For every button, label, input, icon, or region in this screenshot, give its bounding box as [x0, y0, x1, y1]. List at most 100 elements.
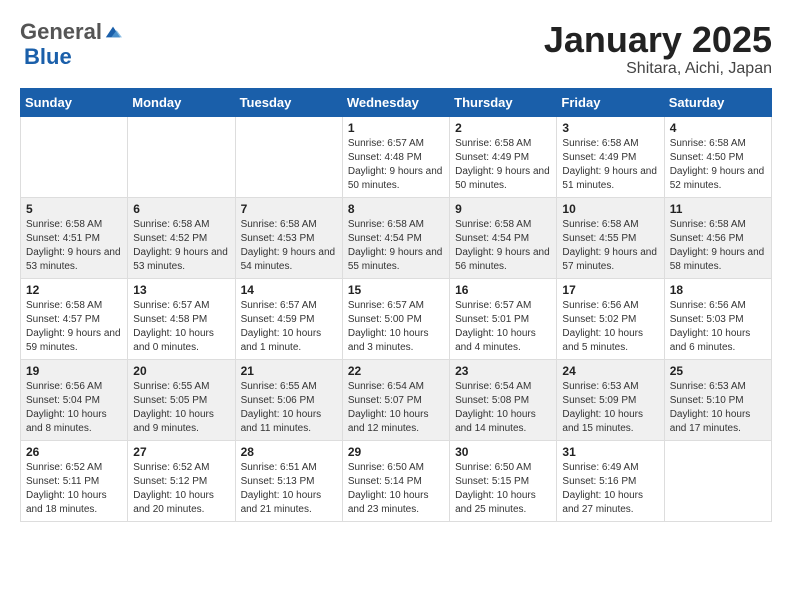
day-number: 16 [455, 283, 551, 297]
logo-text: General [20, 20, 122, 44]
calendar-table: SundayMondayTuesdayWednesdayThursdayFrid… [20, 88, 772, 522]
logo-blue-text: Blue [24, 44, 72, 70]
logo-icon [104, 23, 122, 41]
day-number: 24 [562, 364, 658, 378]
day-number: 9 [455, 202, 551, 216]
day-number: 11 [670, 202, 766, 216]
day-info: Sunrise: 6:56 AM Sunset: 5:03 PM Dayligh… [670, 299, 766, 355]
day-info: Sunrise: 6:57 AM Sunset: 4:48 PM Dayligh… [348, 137, 444, 193]
day-number: 8 [348, 202, 444, 216]
day-cell: 17 Sunrise: 6:56 AM Sunset: 5:02 PM Dayli… [557, 278, 664, 359]
day-number: 12 [26, 283, 122, 297]
header-day-monday: Monday [128, 88, 235, 116]
day-cell [21, 116, 128, 197]
week-row-1: 1 Sunrise: 6:57 AM Sunset: 4:48 PM Daylig… [21, 116, 772, 197]
day-cell: 23 Sunrise: 6:54 AM Sunset: 5:08 PM Dayli… [450, 359, 557, 440]
day-number: 30 [455, 445, 551, 459]
day-info: Sunrise: 6:50 AM Sunset: 5:14 PM Dayligh… [348, 461, 444, 517]
day-number: 19 [26, 364, 122, 378]
day-cell: 7 Sunrise: 6:58 AM Sunset: 4:53 PM Daylig… [235, 197, 342, 278]
day-number: 13 [133, 283, 229, 297]
day-cell: 30 Sunrise: 6:50 AM Sunset: 5:15 PM Dayli… [450, 440, 557, 521]
day-cell: 11Sunrise: 6:58 AM Sunset: 4:56 PM Dayli… [664, 197, 771, 278]
day-info: Sunrise: 6:58 AM Sunset: 4:57 PM Dayligh… [26, 299, 122, 355]
header: General Blue January 2025 Shitara, Aichi… [20, 20, 772, 78]
day-number: 7 [241, 202, 337, 216]
day-cell: 24Sunrise: 6:53 AM Sunset: 5:09 PM Dayli… [557, 359, 664, 440]
day-cell: 31 Sunrise: 6:49 AM Sunset: 5:16 PM Dayli… [557, 440, 664, 521]
day-info: Sunrise: 6:57 AM Sunset: 5:00 PM Dayligh… [348, 299, 444, 355]
day-info: Sunrise: 6:57 AM Sunset: 4:59 PM Dayligh… [241, 299, 337, 355]
day-number: 5 [26, 202, 122, 216]
day-cell: 29 Sunrise: 6:50 AM Sunset: 5:14 PM Dayli… [342, 440, 449, 521]
header-day-saturday: Saturday [664, 88, 771, 116]
day-number: 14 [241, 283, 337, 297]
day-info: Sunrise: 6:52 AM Sunset: 5:11 PM Dayligh… [26, 461, 122, 517]
day-number: 31 [562, 445, 658, 459]
header-row: SundayMondayTuesdayWednesdayThursdayFrid… [21, 88, 772, 116]
day-info: Sunrise: 6:51 AM Sunset: 5:13 PM Dayligh… [241, 461, 337, 517]
day-number: 1 [348, 121, 444, 135]
day-info: Sunrise: 6:58 AM Sunset: 4:52 PM Dayligh… [133, 218, 229, 274]
day-cell: 22 Sunrise: 6:54 AM Sunset: 5:07 PM Dayli… [342, 359, 449, 440]
day-info: Sunrise: 6:49 AM Sunset: 5:16 PM Dayligh… [562, 461, 658, 517]
day-info: Sunrise: 6:54 AM Sunset: 5:07 PM Dayligh… [348, 380, 444, 436]
day-info: Sunrise: 6:57 AM Sunset: 4:58 PM Dayligh… [133, 299, 229, 355]
day-info: Sunrise: 6:57 AM Sunset: 5:01 PM Dayligh… [455, 299, 551, 355]
header-day-friday: Friday [557, 88, 664, 116]
day-info: Sunrise: 6:58 AM Sunset: 4:53 PM Dayligh… [241, 218, 337, 274]
day-number: 20 [133, 364, 229, 378]
day-number: 29 [348, 445, 444, 459]
day-number: 21 [241, 364, 337, 378]
day-info: Sunrise: 6:55 AM Sunset: 5:05 PM Dayligh… [133, 380, 229, 436]
week-row-2: 5 Sunrise: 6:58 AM Sunset: 4:51 PM Daylig… [21, 197, 772, 278]
day-cell: 13 Sunrise: 6:57 AM Sunset: 4:58 PM Dayli… [128, 278, 235, 359]
day-cell [664, 440, 771, 521]
day-cell: 2Sunrise: 6:58 AM Sunset: 4:49 PM Daylig… [450, 116, 557, 197]
day-cell: 1 Sunrise: 6:57 AM Sunset: 4:48 PM Daylig… [342, 116, 449, 197]
day-cell: 19 Sunrise: 6:56 AM Sunset: 5:04 PM Dayli… [21, 359, 128, 440]
day-info: Sunrise: 6:58 AM Sunset: 4:54 PM Dayligh… [455, 218, 551, 274]
day-info: Sunrise: 6:56 AM Sunset: 5:04 PM Dayligh… [26, 380, 122, 436]
day-number: 18 [670, 283, 766, 297]
day-number: 25 [670, 364, 766, 378]
day-cell: 9 Sunrise: 6:58 AM Sunset: 4:54 PM Daylig… [450, 197, 557, 278]
day-number: 4 [670, 121, 766, 135]
day-number: 6 [133, 202, 229, 216]
day-cell: 21 Sunrise: 6:55 AM Sunset: 5:06 PM Dayli… [235, 359, 342, 440]
day-cell: 25 Sunrise: 6:53 AM Sunset: 5:10 PM Dayli… [664, 359, 771, 440]
day-cell: 6 Sunrise: 6:58 AM Sunset: 4:52 PM Daylig… [128, 197, 235, 278]
day-number: 22 [348, 364, 444, 378]
day-info: Sunrise: 6:58 AM Sunset: 4:51 PM Dayligh… [26, 218, 122, 274]
day-info: Sunrise: 6:55 AM Sunset: 5:06 PM Dayligh… [241, 380, 337, 436]
day-info: Sunrise: 6:58 AM Sunset: 4:50 PM Dayligh… [670, 137, 766, 193]
header-day-thursday: Thursday [450, 88, 557, 116]
day-cell: 3 Sunrise: 6:58 AM Sunset: 4:49 PM Daylig… [557, 116, 664, 197]
day-info: Sunrise: 6:58 AM Sunset: 4:54 PM Dayligh… [348, 218, 444, 274]
header-day-tuesday: Tuesday [235, 88, 342, 116]
week-row-4: 19 Sunrise: 6:56 AM Sunset: 5:04 PM Dayli… [21, 359, 772, 440]
day-cell: 15Sunrise: 6:57 AM Sunset: 5:00 PM Dayli… [342, 278, 449, 359]
day-cell: 28 Sunrise: 6:51 AM Sunset: 5:13 PM Dayli… [235, 440, 342, 521]
day-number: 2 [455, 121, 551, 135]
day-info: Sunrise: 6:56 AM Sunset: 5:02 PM Dayligh… [562, 299, 658, 355]
day-info: Sunrise: 6:50 AM Sunset: 5:15 PM Dayligh… [455, 461, 551, 517]
day-number: 27 [133, 445, 229, 459]
day-number: 26 [26, 445, 122, 459]
day-cell [128, 116, 235, 197]
day-cell: 16 Sunrise: 6:57 AM Sunset: 5:01 PM Dayli… [450, 278, 557, 359]
day-info: Sunrise: 6:54 AM Sunset: 5:08 PM Dayligh… [455, 380, 551, 436]
day-number: 23 [455, 364, 551, 378]
title-section: January 2025 Shitara, Aichi, Japan [544, 20, 772, 78]
day-number: 17 [562, 283, 658, 297]
day-info: Sunrise: 6:53 AM Sunset: 5:10 PM Dayligh… [670, 380, 766, 436]
day-number: 3 [562, 121, 658, 135]
day-cell: 10Sunrise: 6:58 AM Sunset: 4:55 PM Dayli… [557, 197, 664, 278]
header-day-sunday: Sunday [21, 88, 128, 116]
day-info: Sunrise: 6:58 AM Sunset: 4:49 PM Dayligh… [562, 137, 658, 193]
logo-general: General [20, 20, 102, 44]
day-cell: 27Sunrise: 6:52 AM Sunset: 5:12 PM Dayli… [128, 440, 235, 521]
header-day-wednesday: Wednesday [342, 88, 449, 116]
day-number: 28 [241, 445, 337, 459]
logo: General Blue [20, 20, 122, 70]
